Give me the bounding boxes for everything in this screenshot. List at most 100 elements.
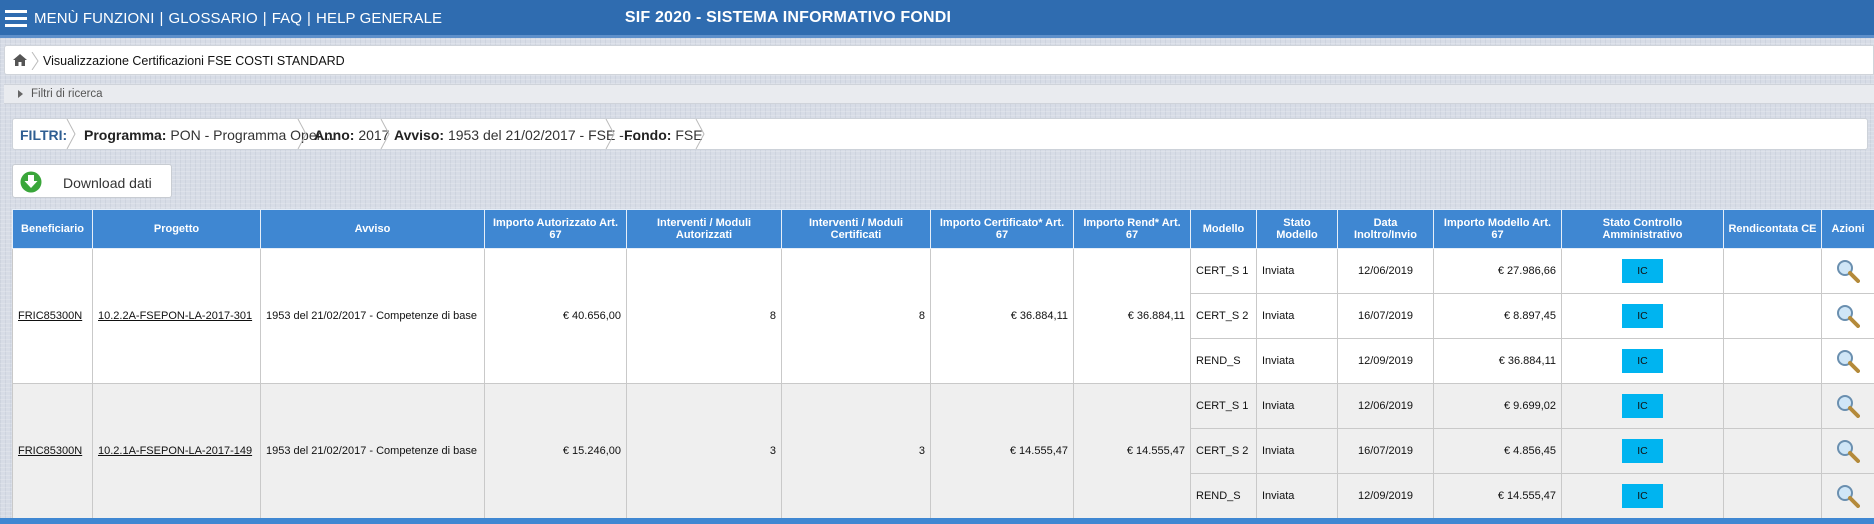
top-bar: MENÙ FUNZIONI | GLOSSARIO | FAQ | HELP GENERAL…	[0, 0, 1874, 38]
chevron-right-icon	[380, 119, 390, 149]
chevron-right-icon	[66, 119, 76, 149]
rendicontata-cell	[1723, 473, 1822, 519]
stato-controllo-cell: IC	[1561, 248, 1724, 294]
bottom-strip	[0, 518, 1874, 524]
stato-modello-cell: Inviata	[1256, 383, 1338, 429]
table-row: FRIC85300N 10.2.1A-FSEPON-LA-2017-149 19…	[12, 383, 1874, 519]
home-icon[interactable]	[13, 54, 27, 66]
rendicontata-cell	[1723, 248, 1822, 294]
modello-cell: REND_S	[1190, 338, 1257, 384]
rendicontata-cell	[1723, 428, 1822, 474]
col-modello[interactable]: Modello	[1190, 209, 1257, 249]
chevron-right-icon	[605, 119, 615, 149]
rendicontata-cell	[1723, 338, 1822, 384]
importo-rend-cell: € 14.555,47	[1073, 383, 1191, 519]
ic-badge[interactable]: IC	[1622, 439, 1663, 463]
magnifier-icon[interactable]	[1836, 349, 1860, 373]
data-invio-cell: 12/09/2019	[1337, 338, 1434, 384]
col-data-inoltro[interactable]: Data Inoltro/Invio	[1337, 209, 1434, 249]
rendicontata-cell	[1723, 293, 1822, 339]
filter-key: Fondo:	[624, 127, 672, 143]
moduli-autorizzati-cell: 8	[626, 248, 782, 384]
modello-cell: CERT_S 1	[1190, 383, 1257, 429]
col-progetto[interactable]: Progetto	[92, 209, 261, 249]
beneficiario-link[interactable]: FRIC85300N	[12, 383, 93, 519]
modello-cell: CERT_S 2	[1190, 428, 1257, 474]
col-beneficiario[interactable]: Beneficiario	[12, 209, 93, 249]
col-stato-controllo[interactable]: Stato Controllo Amministrativo	[1561, 209, 1724, 249]
breadcrumb: Visualizzazione Certificazioni FSE COSTI…	[4, 45, 1874, 75]
modello-cell: CERT_S 1	[1190, 248, 1257, 294]
filters-title: FILTRI:	[20, 127, 68, 143]
rendicontata-cell	[1723, 383, 1822, 429]
importo-modello-cell: € 36.884,11	[1433, 338, 1562, 384]
ic-badge[interactable]: IC	[1622, 304, 1663, 328]
moduli-certificati-cell: 8	[781, 248, 931, 384]
download-arrow-icon	[20, 171, 42, 193]
stato-controllo-cell: IC	[1561, 383, 1724, 429]
col-importo-modello[interactable]: Importo Modello Art. 67	[1433, 209, 1562, 249]
col-importo-rend[interactable]: Importo Rend* Art. 67	[1073, 209, 1191, 249]
download-data-button[interactable]: Download dati	[12, 164, 172, 198]
azioni-cell	[1821, 383, 1874, 429]
stato-modello-cell: Inviata	[1256, 293, 1338, 339]
chevron-right-icon	[695, 119, 705, 149]
ic-badge[interactable]: IC	[1622, 394, 1663, 418]
progetto-link[interactable]: 10.2.2A-FSEPON-LA-2017-301	[92, 248, 261, 384]
col-azioni: Azioni	[1821, 209, 1874, 249]
download-data-label: Download dati	[63, 175, 152, 191]
stato-controllo-cell: IC	[1561, 338, 1724, 384]
importo-modello-cell: € 8.897,45	[1433, 293, 1562, 339]
filter-value: PON - Programma Oper…	[170, 127, 336, 143]
azioni-cell	[1821, 428, 1874, 474]
importo-rend-cell: € 36.884,11	[1073, 248, 1191, 384]
moduli-certificati-cell: 3	[781, 383, 931, 519]
magnifier-icon[interactable]	[1836, 484, 1860, 508]
filter-key: Anno:	[314, 127, 355, 143]
col-moduli-autorizzati[interactable]: Interventi / Moduli Autorizzati	[626, 209, 782, 249]
certifications-table-container: Beneficiario Progetto Avviso Importo Aut…	[12, 209, 1874, 524]
chevron-right-icon	[297, 119, 307, 149]
col-stato-modello[interactable]: Stato Modello	[1256, 209, 1338, 249]
col-avviso[interactable]: Avviso	[260, 209, 485, 249]
filter-anno[interactable]: Anno: 2017	[314, 127, 389, 143]
moduli-autorizzati-cell: 3	[626, 383, 782, 519]
importo-modello-cell: € 27.986,66	[1433, 248, 1562, 294]
filters-panel-toggle[interactable]: Filtri di ricerca	[4, 84, 1874, 104]
filter-fondo[interactable]: Fondo: FSE	[624, 127, 703, 143]
col-moduli-certificati[interactable]: Interventi / Moduli Certificati	[781, 209, 931, 249]
magnifier-icon[interactable]	[1836, 394, 1860, 418]
avviso-cell: 1953 del 21/02/2017 - Competenze di base	[260, 248, 485, 384]
caret-right-icon	[18, 90, 23, 98]
beneficiario-link[interactable]: FRIC85300N	[12, 248, 93, 384]
stato-controllo-cell: IC	[1561, 293, 1724, 339]
stato-modello-cell: Inviata	[1256, 338, 1338, 384]
col-importo-certificato[interactable]: Importo Certificato* Art. 67	[930, 209, 1074, 249]
col-importo-autorizzato[interactable]: Importo Autorizzato Art. 67	[484, 209, 627, 249]
progetto-link[interactable]: 10.2.1A-FSEPON-LA-2017-149	[92, 383, 261, 519]
avviso-cell: 1953 del 21/02/2017 - Competenze di base	[260, 383, 485, 519]
data-invio-cell: 16/07/2019	[1337, 428, 1434, 474]
azioni-cell	[1821, 293, 1874, 339]
filter-key: Avviso:	[394, 127, 445, 143]
data-invio-cell: 12/06/2019	[1337, 383, 1434, 429]
col-rendicontata-ce[interactable]: Rendicontata CE	[1723, 209, 1822, 249]
stato-controllo-cell: IC	[1561, 473, 1724, 519]
filters-panel-label: Filtri di ricerca	[31, 88, 103, 100]
magnifier-icon[interactable]	[1836, 439, 1860, 463]
certifications-table: Beneficiario Progetto Avviso Importo Aut…	[12, 209, 1874, 519]
stato-modello-cell: Inviata	[1256, 473, 1338, 519]
ic-badge[interactable]: IC	[1622, 349, 1663, 373]
ic-badge[interactable]: IC	[1622, 259, 1663, 283]
magnifier-icon[interactable]	[1836, 304, 1860, 328]
importo-modello-cell: € 14.555,47	[1433, 473, 1562, 519]
importo-autorizzato-cell: € 40.656,00	[484, 248, 627, 384]
stato-controllo-cell: IC	[1561, 428, 1724, 474]
importo-modello-cell: € 4.856,45	[1433, 428, 1562, 474]
magnifier-icon[interactable]	[1836, 259, 1860, 283]
data-invio-cell: 12/09/2019	[1337, 473, 1434, 519]
filter-key: Programma:	[84, 127, 167, 143]
ic-badge[interactable]: IC	[1622, 484, 1663, 508]
importo-modello-cell: € 9.699,02	[1433, 383, 1562, 429]
data-invio-cell: 12/06/2019	[1337, 248, 1434, 294]
